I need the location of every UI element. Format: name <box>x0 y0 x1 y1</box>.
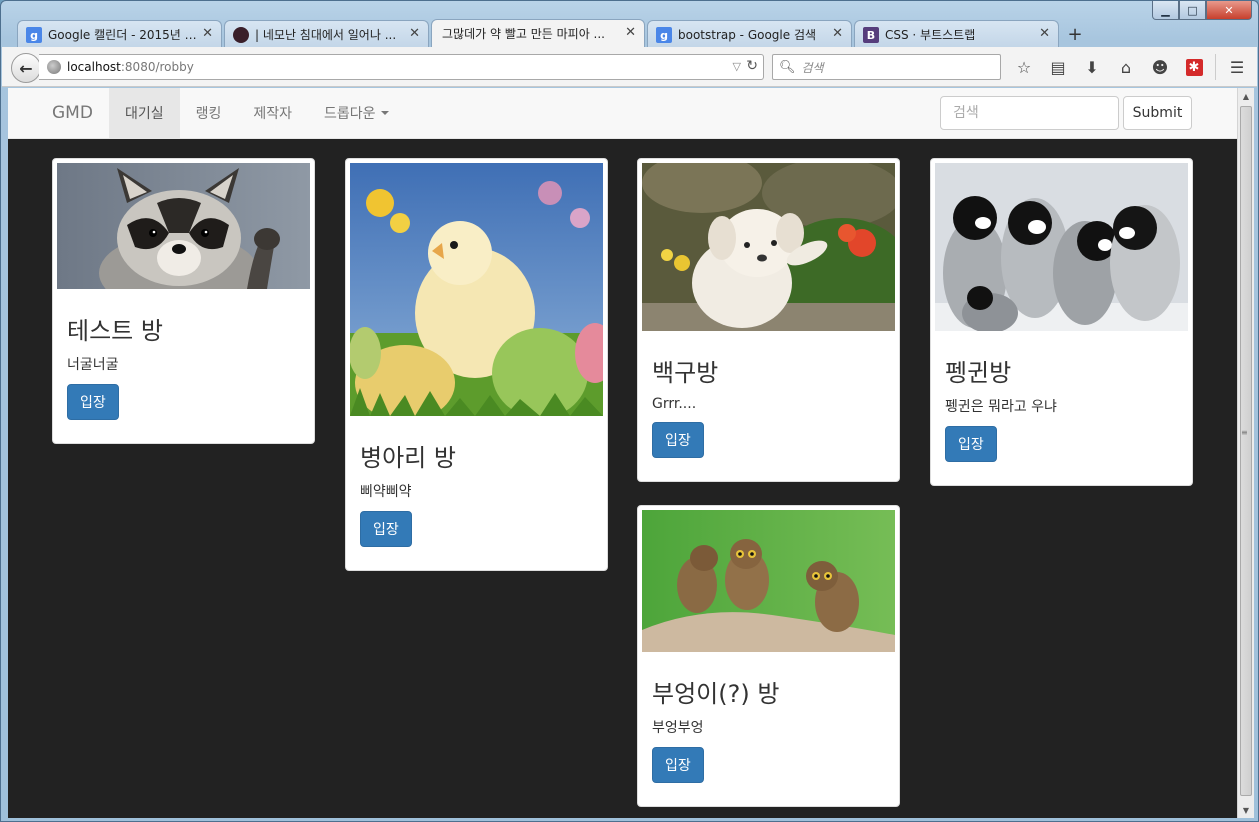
room-caption: 펭귄방 펭귄은 뭐라고 우냐 입장 <box>935 331 1188 481</box>
search-icon: 🔍︎ <box>779 59 796 75</box>
tab-close-icon[interactable]: ✕ <box>1039 26 1050 41</box>
new-tab-button[interactable]: + <box>1061 21 1089 47</box>
nav-toolbar: ← localhost:8080/robby ▽ ↻ 🔍︎ 검색 ☆ ▤ ⬇ ⌂… <box>2 47 1257 87</box>
room-description: Grrr.... <box>652 396 697 413</box>
room-title: 부엉이(?) 방 <box>652 680 780 708</box>
tab-label: 그많데가 약 빨고 만든 마피아 ... <box>442 27 605 41</box>
room-description: 펭귄은 뭐라고 우냐 <box>945 399 1057 416</box>
back-button[interactable]: ← <box>11 53 41 83</box>
page-viewport: GMD 대기실 랭킹 제작자 드롭다운 Submit <box>8 88 1237 818</box>
tab-label: bootstrap - Google 검색 <box>678 27 817 42</box>
url-bar[interactable]: localhost:8080/robby ▽ ↻ <box>39 54 764 80</box>
bootstrap-icon: B <box>863 27 879 43</box>
caret-down-icon <box>380 111 389 115</box>
back-arrow-icon: ← <box>19 58 33 78</box>
window-controls: ▁ □ ✕ <box>1152 1 1252 20</box>
home-icon[interactable]: ⌂ <box>1109 53 1143 81</box>
site-favicon-icon <box>233 27 249 43</box>
reading-list-icon[interactable]: ▤ <box>1041 53 1075 81</box>
addon-icon[interactable]: ✱ <box>1177 53 1211 81</box>
navbar-menu: 대기실 랭킹 제작자 드롭다운 <box>109 88 405 138</box>
tab-bootstrap-search[interactable]: g bootstrap - Google 검색 ✕ <box>647 20 852 47</box>
owls-image <box>642 510 895 652</box>
room-title: 펭귄방 <box>945 359 1012 387</box>
scroll-grip-icon: ≡ <box>1241 428 1248 437</box>
scroll-down-icon[interactable]: ▼ <box>1238 802 1254 818</box>
google-icon: g <box>26 27 42 43</box>
tab-label: Google 캘린더 - 2015년 6... <box>48 27 197 42</box>
history-dropdown-icon[interactable]: ▽ <box>733 60 741 73</box>
enter-room-button[interactable]: 입장 <box>652 422 704 459</box>
navbar-brand[interactable]: GMD <box>52 103 93 123</box>
room-title: 병아리 방 <box>360 444 456 472</box>
maximize-button[interactable]: □ <box>1179 1 1206 20</box>
toolbar-icons: ☆ ▤ ⬇ ⌂ ☻ ✱ ☰ <box>1007 53 1254 81</box>
raccoon-image <box>57 163 310 289</box>
tab-mafia-active[interactable]: 그많데가 약 빨고 만든 마피아 ... ✕ <box>431 19 645 47</box>
enter-room-button[interactable]: 입장 <box>67 384 119 421</box>
download-icon[interactable]: ⬇ <box>1075 53 1109 81</box>
menu-icon[interactable]: ☰ <box>1220 53 1254 81</box>
scroll-up-icon[interactable]: ▲ <box>1238 88 1254 104</box>
room-card: 테스트 방 너굴너굴 입장 <box>52 158 315 445</box>
puppy-image <box>642 163 895 331</box>
chick-image <box>350 163 603 416</box>
tab-label: | 네모난 침대에서 일어나 ... <box>255 27 397 42</box>
enter-room-button[interactable]: 입장 <box>945 426 997 463</box>
close-window-button[interactable]: ✕ <box>1206 1 1252 20</box>
room-title: 백구방 <box>652 359 719 387</box>
search-placeholder: 검색 <box>801 60 824 75</box>
tab-close-icon[interactable]: ✕ <box>625 25 636 40</box>
vertical-scrollbar[interactable]: ▲ ≡ ▼ <box>1237 88 1254 818</box>
nav-item-credits[interactable]: 제작자 <box>237 88 308 138</box>
room-title: 테스트 방 <box>67 317 163 345</box>
penguins-image <box>935 163 1188 331</box>
tab-label: CSS · 부트스트랩 <box>885 27 976 42</box>
room-caption: 백구방 Grrr.... 입장 <box>642 331 895 477</box>
room-card: 펭귄방 펭귄은 뭐라고 우냐 입장 <box>930 158 1193 487</box>
nav-item-ranking[interactable]: 랭킹 <box>180 88 238 138</box>
dropdown-label: 드롭다운 <box>324 106 376 122</box>
bookmark-star-icon[interactable]: ☆ <box>1007 53 1041 81</box>
browser-search-bar[interactable]: 🔍︎ 검색 <box>772 54 1001 80</box>
nav-item-lobby[interactable]: 대기실 <box>109 88 180 138</box>
reload-icon[interactable]: ↻ <box>746 58 758 74</box>
tab-google-calendar[interactable]: g Google 캘린더 - 2015년 6... ✕ <box>17 20 222 47</box>
globe-icon <box>47 60 61 74</box>
tab-css-bootstrap[interactable]: B CSS · 부트스트랩 ✕ <box>854 20 1059 47</box>
tab-close-icon[interactable]: ✕ <box>202 26 213 41</box>
minimize-button[interactable]: ▁ <box>1152 1 1179 20</box>
room-description: 삐약삐약 <box>360 484 412 501</box>
browser-window: ▁ □ ✕ g Google 캘린더 - 2015년 6... ✕ | 네모난 … <box>0 0 1259 822</box>
nav-item-dropdown[interactable]: 드롭다운 <box>308 88 405 138</box>
room-caption: 테스트 방 너굴너굴 입장 <box>57 289 310 439</box>
url-path: :8080/robby <box>120 60 194 74</box>
chat-icon[interactable]: ☻ <box>1143 53 1177 81</box>
google-icon: g <box>656 27 672 43</box>
enter-room-button[interactable]: 입장 <box>652 747 704 784</box>
tab-strip: g Google 캘린더 - 2015년 6... ✕ | 네모난 침대에서 일… <box>17 19 1089 47</box>
scroll-thumb[interactable] <box>1240 106 1252 796</box>
room-card: 병아리 방 삐약삐약 입장 <box>345 158 608 572</box>
room-caption: 부엉이(?) 방 부엉부엉 입장 <box>642 652 895 802</box>
tab-nemo-bed[interactable]: | 네모난 침대에서 일어나 ... ✕ <box>224 20 429 47</box>
site-search-input[interactable] <box>940 96 1119 130</box>
submit-button[interactable]: Submit <box>1123 96 1192 130</box>
room-description: 부엉부엉 <box>652 720 704 737</box>
toolbar-separator <box>1215 54 1216 80</box>
room-description: 너굴너굴 <box>67 357 119 374</box>
url-host: localhost <box>67 60 121 74</box>
enter-room-button[interactable]: 입장 <box>360 511 412 548</box>
room-card: 백구방 Grrr.... 입장 <box>637 158 900 483</box>
tab-close-icon[interactable]: ✕ <box>409 26 420 41</box>
room-caption: 병아리 방 삐약삐약 입장 <box>350 416 603 566</box>
tab-close-icon[interactable]: ✕ <box>832 26 843 41</box>
site-navbar: GMD 대기실 랭킹 제작자 드롭다운 Submit <box>8 88 1237 139</box>
room-card: 부엉이(?) 방 부엉부엉 입장 <box>637 505 900 808</box>
